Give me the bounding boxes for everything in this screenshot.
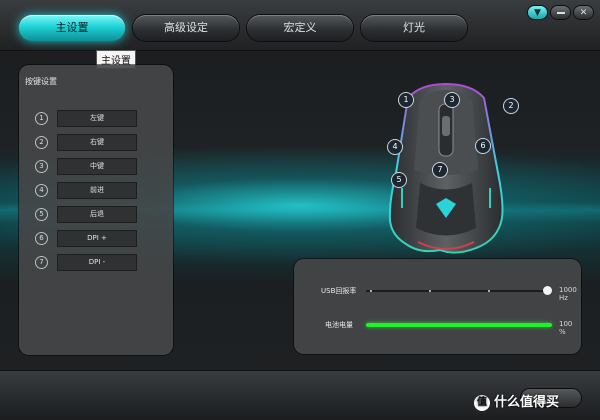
menu-button[interactable]: ▼ — [528, 6, 547, 19]
key-row-3: 3 中键 — [35, 158, 155, 175]
slider-tick — [370, 290, 372, 292]
mouse-callout-3[interactable]: 3 — [444, 92, 460, 108]
slider-tick — [429, 290, 431, 292]
battery-level-label: 电池电量 — [325, 321, 353, 329]
tab-advanced-settings[interactable]: 高级设定 — [133, 15, 239, 41]
app-window: 主设置 高级设定 宏定义 灯光 ▼ ✕ 主设置 按键设置 1 左键 2 右键 3… — [0, 0, 600, 420]
close-icon: ✕ — [579, 7, 588, 18]
key-row-4: 4 前进 — [35, 182, 155, 199]
usb-report-rate-slider[interactable] — [366, 290, 549, 292]
key-row-2: 2 右键 — [35, 134, 155, 151]
key-settings-title: 按键设置 — [25, 77, 57, 86]
minimize-button[interactable] — [551, 6, 570, 19]
key-assign-left-button[interactable]: 左键 — [57, 110, 137, 127]
slider-tick — [488, 290, 490, 292]
key-number-6: 6 — [35, 232, 48, 245]
key-assign-dpi-down-button[interactable]: DPI - — [57, 254, 137, 271]
tab-lighting[interactable]: 灯光 — [361, 15, 467, 41]
watermark-text: 什么值得买 — [494, 395, 560, 410]
tab-main-settings[interactable]: 主设置 — [19, 15, 125, 41]
usb-report-rate-label: USB回报率 — [321, 287, 357, 295]
key-number-4: 4 — [35, 184, 48, 197]
tab-macro[interactable]: 宏定义 — [247, 15, 353, 41]
down-triangle-icon: ▼ — [534, 7, 541, 18]
close-button[interactable]: ✕ — [574, 6, 593, 19]
key-row-1: 1 左键 — [35, 110, 155, 127]
minimize-icon — [556, 11, 565, 14]
watermark-logo: 值 — [474, 394, 490, 411]
mouse-callout-4[interactable]: 4 — [387, 139, 403, 155]
mouse-callout-1[interactable]: 1 — [398, 92, 414, 108]
usb-report-rate-value: 1000 Hz — [559, 286, 577, 302]
key-assign-back-button[interactable]: 后退 — [57, 206, 137, 223]
key-row-5: 5 后退 — [35, 206, 155, 223]
watermark: 值什么值得买 — [474, 391, 559, 411]
key-assign-middle-button[interactable]: 中键 — [57, 158, 137, 175]
key-number-5: 5 — [35, 208, 48, 221]
key-number-2: 2 — [35, 136, 48, 149]
key-assign-right-button[interactable]: 右键 — [57, 134, 137, 151]
key-row-6: 6 DPI + — [35, 230, 155, 247]
key-settings-panel: 按键设置 1 左键 2 右键 3 中键 4 前进 5 后退 6 DPI + 7 … — [19, 65, 173, 355]
usb-report-rate-slider-knob[interactable] — [543, 286, 552, 295]
key-row-7: 7 DPI - — [35, 254, 155, 271]
mouse-callout-7[interactable]: 7 — [432, 162, 448, 178]
mouse-callout-2[interactable]: 2 — [503, 98, 519, 114]
key-number-7: 7 — [35, 256, 48, 269]
key-number-1: 1 — [35, 112, 48, 125]
mouse-illustration: 1 2 3 4 5 6 7 — [380, 78, 519, 256]
mouse-callout-6[interactable]: 6 — [475, 138, 491, 154]
key-assign-dpi-up-button[interactable]: DPI + — [57, 230, 137, 247]
key-assign-forward-button[interactable]: 前进 — [57, 182, 137, 199]
top-bar: 主设置 高级设定 宏定义 灯光 ▼ ✕ — [0, 0, 600, 51]
battery-level-value: 100 % — [559, 320, 573, 336]
status-panel: USB回报率 1000 Hz 电池电量 100 % — [294, 259, 581, 354]
key-number-3: 3 — [35, 160, 48, 173]
mouse-callout-5[interactable]: 5 — [391, 172, 407, 188]
battery-level-bar — [366, 323, 552, 327]
